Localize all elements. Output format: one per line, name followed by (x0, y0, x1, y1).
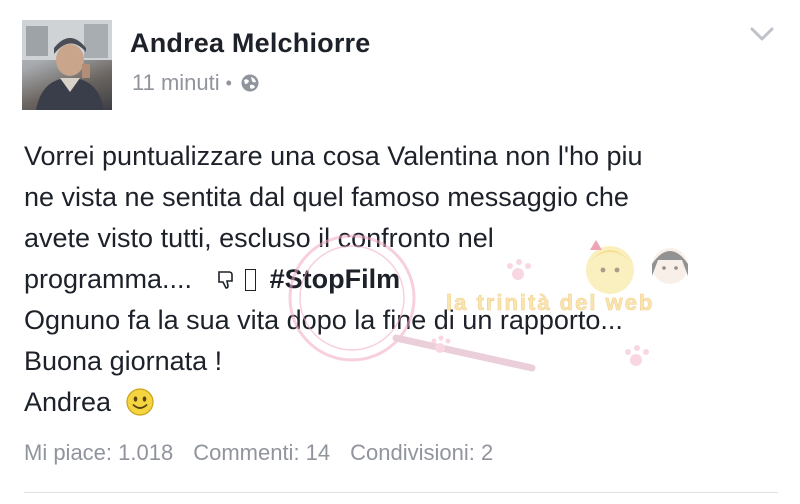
avatar-image (22, 20, 112, 110)
smiley-icon (125, 388, 154, 416)
post-line: avete visto tutti, escluso il confronto … (24, 223, 494, 253)
globe-icon (241, 74, 259, 92)
meta-separator: • (225, 72, 232, 93)
thumbs-down-emoji-icon (217, 271, 233, 289)
comments-count[interactable]: Commenti: 14 (193, 440, 330, 466)
post-line-with-hashtag: programma.... #StopFilm (24, 259, 784, 300)
author-name[interactable]: Andrea Melchiorre (130, 28, 370, 59)
chevron-down-icon[interactable] (748, 24, 776, 44)
divider (24, 492, 778, 493)
avatar[interactable] (22, 20, 112, 110)
post-line-text: Andrea (24, 387, 112, 417)
post-body: Vorrei puntualizzare una cosa Valentina … (24, 136, 784, 423)
missing-glyph-icon (245, 269, 257, 291)
post-timestamp[interactable]: 11 minuti (132, 70, 220, 96)
post-line: Buona giornata ! (24, 346, 223, 376)
shares-count[interactable]: Condivisioni: 2 (350, 440, 493, 466)
post-line: Ognuno fa la sua vita dopo la fine di un… (24, 305, 623, 335)
likes-count[interactable]: Mi piace: 1.018 (24, 440, 173, 466)
post-stats: Mi piace: 1.018 Commenti: 14 Condivision… (24, 440, 493, 466)
post-signature: Andrea (24, 382, 784, 423)
post-meta: 11 minuti • (132, 70, 260, 96)
hashtag-link[interactable]: #StopFilm (270, 264, 401, 294)
facebook-post: Andrea Melchiorre 11 minuti • Vorrei pun… (0, 0, 800, 504)
post-line: ne vista ne sentita dal quel famoso mess… (24, 182, 629, 212)
post-line-text: programma.... (24, 264, 193, 294)
post-line: Vorrei puntualizzare una cosa Valentina … (24, 141, 643, 171)
